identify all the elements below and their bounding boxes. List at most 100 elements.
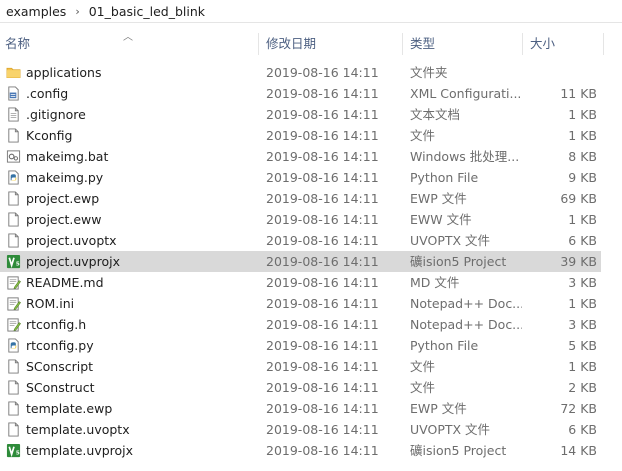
scrollbar[interactable] bbox=[605, 23, 622, 471]
column-header-type[interactable]: 类型 bbox=[405, 31, 520, 57]
file-size: 11 KB bbox=[560, 86, 597, 101]
column-divider[interactable] bbox=[522, 33, 523, 55]
file-type: MD 文件 bbox=[410, 275, 460, 290]
file-row[interactable]: Kconfig 2019-08-16 14:11 文件 1 KB bbox=[0, 125, 601, 146]
file-name: .config bbox=[26, 86, 69, 101]
blank-file-icon bbox=[6, 212, 21, 227]
file-name: project.eww bbox=[26, 212, 102, 227]
blank-file-icon bbox=[6, 359, 21, 374]
file-size: 1 KB bbox=[568, 107, 597, 122]
file-row[interactable]: project.uvoptx 2019-08-16 14:11 UVOPTX 文件 6… bbox=[0, 230, 601, 251]
file-type: EWP 文件 bbox=[410, 191, 467, 206]
file-row[interactable]: 5 project.uvprojx 2019-08-16 14:11 礦ision5 … bbox=[0, 251, 601, 272]
file-row[interactable]: applications 2019-08-16 14:11 文件夹 bbox=[0, 62, 601, 83]
blank-file-icon bbox=[6, 401, 21, 416]
blank-file-icon bbox=[6, 191, 21, 206]
file-type: 礦ision5 Project bbox=[410, 443, 507, 458]
file-date-modified: 2019-08-16 14:11 bbox=[266, 296, 379, 311]
file-date-modified: 2019-08-16 14:11 bbox=[266, 191, 379, 206]
file-row[interactable]: template.uvoptx 2019-08-16 14:11 UVOPTX 文件… bbox=[0, 419, 601, 440]
svg-text:5: 5 bbox=[16, 450, 20, 456]
file-name: Kconfig bbox=[26, 128, 73, 143]
file-size: 5 KB bbox=[568, 338, 597, 353]
file-name: rtconfig.h bbox=[26, 317, 87, 332]
breadcrumb-item-current-folder[interactable]: 01_basic_led_blink bbox=[87, 4, 207, 19]
file-name: ROM.ini bbox=[26, 296, 75, 311]
file-row[interactable]: template.ewp 2019-08-16 14:11 EWP 文件 72 KB bbox=[0, 398, 601, 419]
file-type: 文件 bbox=[410, 359, 436, 374]
breadcrumb: examples › 01_basic_led_blink bbox=[0, 0, 622, 23]
file-name: project.uvoptx bbox=[26, 233, 117, 248]
file-row[interactable]: project.ewp 2019-08-16 14:11 EWP 文件 69 KB bbox=[0, 188, 601, 209]
column-divider[interactable] bbox=[402, 33, 403, 55]
file-type: 文件 bbox=[410, 128, 436, 143]
file-size: 14 KB bbox=[560, 443, 597, 458]
file-date-modified: 2019-08-16 14:11 bbox=[266, 380, 379, 395]
file-row[interactable]: README.md 2019-08-16 14:11 MD 文件 3 KB bbox=[0, 272, 601, 293]
column-header-date[interactable]: 修改日期 bbox=[261, 31, 401, 57]
file-row[interactable]: .config 2019-08-16 14:11 XML Configurati..… bbox=[0, 83, 601, 104]
file-name: rtconfig.py bbox=[26, 338, 94, 353]
file-name: template.uvoptx bbox=[26, 422, 130, 437]
file-date-modified: 2019-08-16 14:11 bbox=[266, 65, 379, 80]
file-date-modified: 2019-08-16 14:11 bbox=[266, 338, 379, 353]
file-date-modified: 2019-08-16 14:11 bbox=[266, 149, 379, 164]
column-header-size[interactable]: 大小 bbox=[525, 31, 600, 57]
file-type: Windows 批处理... bbox=[410, 149, 520, 164]
file-size: 8 KB bbox=[568, 149, 597, 164]
keil-project-icon: 5 bbox=[6, 443, 21, 458]
python-file-icon bbox=[6, 170, 21, 185]
file-row[interactable]: rtconfig.h 2019-08-16 14:11 Notepad++ Doc.… bbox=[0, 314, 601, 335]
file-name: README.md bbox=[26, 275, 104, 290]
file-name: SConscript bbox=[26, 359, 94, 374]
file-row[interactable]: rtconfig.py 2019-08-16 14:11 Python File 5 … bbox=[0, 335, 601, 356]
file-date-modified: 2019-08-16 14:11 bbox=[266, 86, 379, 101]
python-file-icon bbox=[6, 338, 21, 353]
file-type: EWP 文件 bbox=[410, 401, 467, 416]
file-type: EWW 文件 bbox=[410, 212, 472, 227]
file-size: 69 KB bbox=[560, 191, 597, 206]
file-type: Python File bbox=[410, 338, 479, 353]
file-row[interactable]: SConscript 2019-08-16 14:11 文件 1 KB bbox=[0, 356, 601, 377]
file-size: 6 KB bbox=[568, 233, 597, 248]
file-row[interactable]: 5 template.uvprojx 2019-08-16 14:11 礦ision5… bbox=[0, 440, 601, 461]
file-type: Notepad++ Doc... bbox=[410, 296, 522, 311]
notepad-file-icon bbox=[6, 275, 21, 290]
file-row[interactable]: .gitignore 2019-08-16 14:11 文本文档 1 KB bbox=[0, 104, 601, 125]
file-type: 礦ision5 Project bbox=[410, 254, 507, 269]
file-date-modified: 2019-08-16 14:11 bbox=[266, 443, 379, 458]
file-type: UVOPTX 文件 bbox=[410, 233, 491, 248]
file-name: template.uvprojx bbox=[26, 443, 134, 458]
file-name: project.uvprojx bbox=[26, 254, 120, 269]
svg-text:5: 5 bbox=[16, 261, 20, 267]
file-date-modified: 2019-08-16 14:11 bbox=[266, 317, 379, 332]
column-divider[interactable] bbox=[603, 33, 604, 55]
file-size: 6 KB bbox=[568, 422, 597, 437]
file-row[interactable]: makeimg.py 2019-08-16 14:11 Python File 9 K… bbox=[0, 167, 601, 188]
file-row[interactable]: project.eww 2019-08-16 14:11 EWW 文件 1 KB bbox=[0, 209, 601, 230]
file-type: 文本文档 bbox=[410, 107, 461, 122]
column-header-row: ︿ 名称 修改日期 类型 大小 bbox=[0, 31, 622, 57]
file-size: 1 KB bbox=[568, 212, 597, 227]
file-date-modified: 2019-08-16 14:11 bbox=[266, 254, 379, 269]
file-type: UVOPTX 文件 bbox=[410, 422, 491, 437]
file-date-modified: 2019-08-16 14:11 bbox=[266, 107, 379, 122]
file-size: 72 KB bbox=[560, 401, 597, 416]
file-row[interactable]: ROM.ini 2019-08-16 14:11 Notepad++ Doc... 1… bbox=[0, 293, 601, 314]
blank-file-icon bbox=[6, 380, 21, 395]
file-date-modified: 2019-08-16 14:11 bbox=[266, 170, 379, 185]
file-size bbox=[525, 62, 597, 83]
file-date-modified: 2019-08-16 14:11 bbox=[266, 212, 379, 227]
chevron-right-icon[interactable]: › bbox=[68, 5, 86, 18]
file-type: Python File bbox=[410, 170, 479, 185]
blank-file-icon bbox=[6, 422, 21, 437]
breadcrumb-item-examples[interactable]: examples bbox=[4, 4, 68, 19]
column-divider[interactable] bbox=[258, 33, 259, 55]
blank-file-icon bbox=[6, 233, 21, 248]
file-name: makeimg.py bbox=[26, 170, 104, 185]
file-row[interactable]: makeimg.bat 2019-08-16 14:11 Windows 批处理..… bbox=[0, 146, 601, 167]
file-row[interactable]: SConstruct 2019-08-16 14:11 文件 2 KB bbox=[0, 377, 601, 398]
file-size: 39 KB bbox=[560, 254, 597, 269]
column-header-name[interactable]: 名称 bbox=[0, 31, 258, 57]
file-date-modified: 2019-08-16 14:11 bbox=[266, 401, 379, 416]
